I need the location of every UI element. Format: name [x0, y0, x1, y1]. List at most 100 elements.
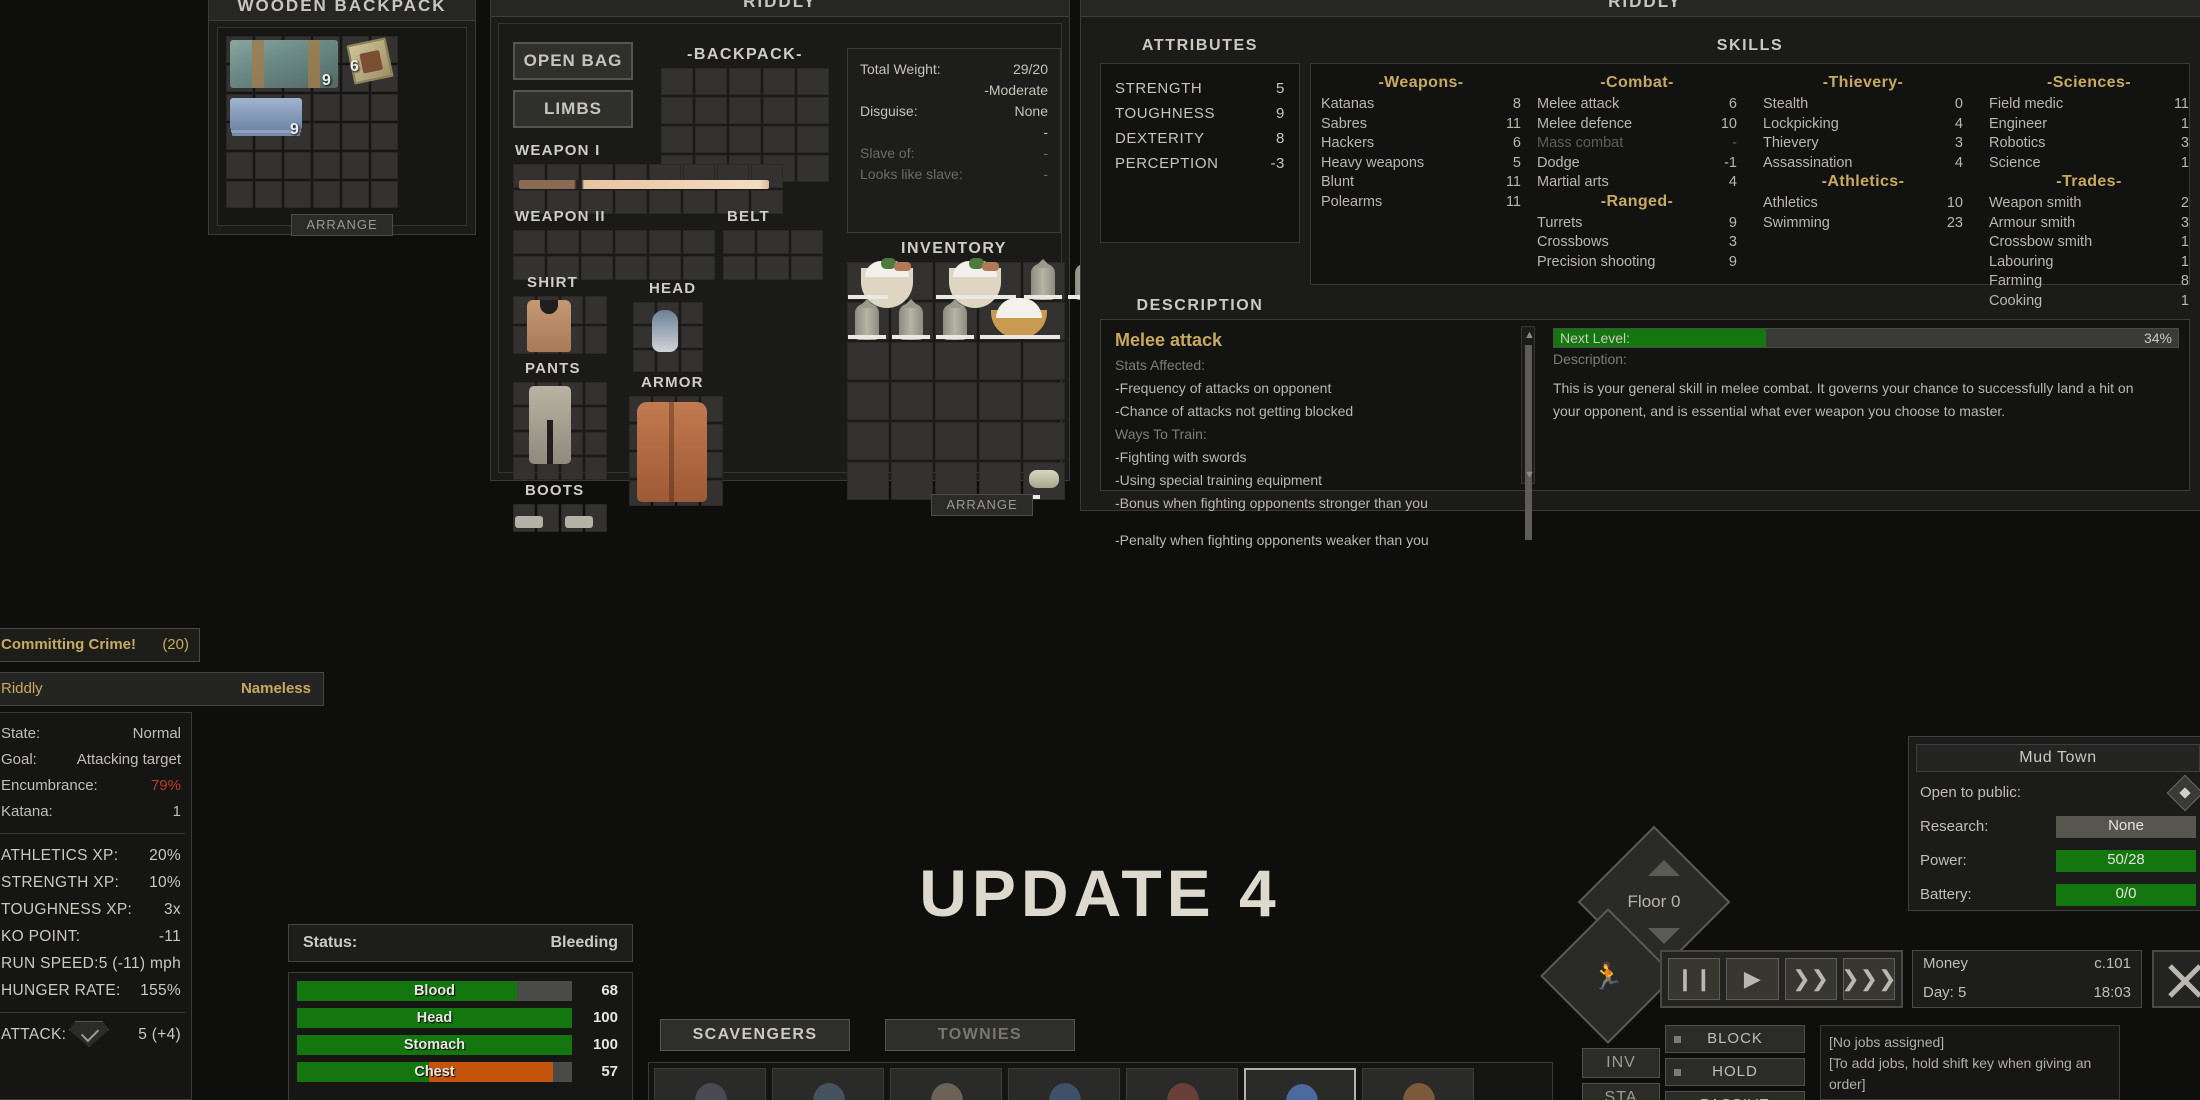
pants-cell[interactable] [585, 432, 607, 455]
squad-portrait[interactable] [772, 1068, 884, 1100]
weapon-cell[interactable] [615, 256, 647, 280]
inventory-cell[interactable] [226, 152, 253, 179]
inventory-cell[interactable] [371, 181, 398, 208]
skill-row[interactable]: Hackers 6 [1321, 134, 1521, 154]
inventory-cell[interactable] [1023, 422, 1065, 460]
weapon-cell[interactable] [547, 230, 579, 254]
inventory-cell[interactable] [847, 462, 889, 500]
tab-scavengers[interactable]: SCAVENGERS [660, 1019, 850, 1051]
inventory-arrange-button[interactable]: ARRANGE [931, 494, 1033, 516]
skill-row[interactable]: Field medic 11 [1989, 95, 2189, 115]
inventory-cell[interactable] [371, 123, 398, 150]
item-pants[interactable] [529, 386, 571, 464]
head-cell[interactable] [681, 302, 703, 324]
head-cell[interactable] [681, 326, 703, 348]
weapon-cell[interactable] [683, 190, 715, 214]
item-boot-left[interactable] [515, 516, 543, 528]
inventory-cell[interactable] [891, 342, 933, 380]
inventory-cell[interactable] [891, 382, 933, 420]
squad-portrait-selected[interactable] [1244, 1068, 1356, 1100]
build-menu-button[interactable] [2152, 950, 2200, 1008]
description-scrollbar[interactable]: ▲ ▼ [1521, 326, 1535, 540]
skill-row[interactable]: Katanas 8 [1321, 95, 1521, 115]
attribute-row[interactable]: TOUGHNESS 9 [1115, 101, 1285, 126]
shirt-cell[interactable] [585, 326, 607, 354]
inventory-cell[interactable] [371, 152, 398, 179]
backpack-cell[interactable] [729, 68, 761, 95]
inventory-cell[interactable] [979, 382, 1021, 420]
inventory-cell[interactable] [979, 342, 1021, 380]
scroll-up-icon[interactable]: ▲ [1524, 329, 1535, 341]
skill-row[interactable]: Thievery 3 [1763, 134, 1963, 154]
inventory-cell[interactable] [226, 181, 253, 208]
item-armor[interactable] [637, 402, 707, 502]
item-ricebowl[interactable] [979, 298, 1063, 340]
health-bar-stomach[interactable]: Stomach [297, 1035, 572, 1055]
weapon-cell[interactable] [581, 256, 613, 280]
play-button[interactable]: ▶ [1726, 958, 1779, 1000]
inventory-cell[interactable] [891, 462, 933, 500]
inventory-grid[interactable] [847, 258, 1106, 500]
belt-cell[interactable] [723, 256, 755, 280]
skill-row[interactable]: Crossbows 3 [1537, 233, 1737, 253]
shirt-cell[interactable] [585, 296, 607, 324]
item-foodcube-1[interactable] [847, 258, 931, 308]
armor-grid[interactable] [629, 396, 723, 506]
item-dustfish-5[interactable] [935, 299, 977, 340]
very-fast-forward-button[interactable]: ❯❯❯ [1841, 958, 1897, 1000]
attribute-row[interactable]: PERCEPTION -3 [1115, 151, 1285, 176]
skill-row[interactable]: Stealth 0 [1763, 95, 1963, 115]
skill-row[interactable]: Weapon smith 2 [1989, 194, 2189, 214]
skill-row[interactable]: Science 1 [1989, 154, 2189, 174]
pants-cell[interactable] [585, 407, 607, 430]
backpack-cell[interactable] [797, 68, 829, 95]
belt-grid[interactable] [723, 230, 823, 280]
skill-row[interactable]: Armour smith 3 [1989, 214, 2189, 234]
health-bar-row[interactable]: Head 100 [297, 1008, 624, 1028]
item-katana[interactable] [519, 180, 769, 189]
skill-row[interactable]: Melee defence 10 [1537, 115, 1737, 135]
skill-row[interactable]: Swimming 23 [1763, 214, 1963, 234]
health-bar-row[interactable]: Stomach 100 [297, 1035, 624, 1055]
squad-portrait[interactable] [890, 1068, 1002, 1100]
skill-row[interactable]: Cooking 1 [1989, 292, 2189, 312]
item-dustfish-3[interactable] [847, 299, 889, 340]
inventory-cell[interactable] [255, 152, 282, 179]
inventory-cell[interactable] [935, 342, 977, 380]
pants-grid[interactable] [513, 382, 607, 480]
inventory-cell[interactable] [342, 94, 369, 121]
weapon-cell[interactable] [581, 230, 613, 254]
weapon1-grid[interactable] [513, 164, 783, 214]
limbs-button[interactable]: LIMBS [513, 90, 633, 128]
item-boot-right[interactable] [565, 516, 593, 528]
belt-cell[interactable] [757, 230, 789, 254]
inventory-cell[interactable] [847, 422, 889, 460]
skill-row[interactable]: Martial arts 4 [1537, 173, 1737, 193]
squad-portrait[interactable] [1126, 1068, 1238, 1100]
belt-cell[interactable] [757, 256, 789, 280]
skill-row[interactable]: Sabres 11 [1321, 115, 1521, 135]
head-cell[interactable] [657, 350, 679, 372]
health-bar-chest[interactable]: Chest [297, 1062, 572, 1082]
inventory-cell[interactable] [255, 181, 282, 208]
item-shirt[interactable] [527, 300, 571, 352]
inventory-cell[interactable] [313, 181, 340, 208]
skill-row[interactable]: Blunt 11 [1321, 173, 1521, 193]
backpack-cell[interactable] [763, 68, 795, 95]
belt-cell[interactable] [791, 256, 823, 280]
backpack-cell[interactable] [661, 126, 693, 153]
skill-row[interactable]: Polearms 11 [1321, 193, 1521, 213]
backpack-cell[interactable] [797, 126, 829, 153]
open-bag-button[interactable]: OPEN BAG [513, 42, 633, 80]
inventory-cell[interactable] [1023, 382, 1065, 420]
attribute-row[interactable]: STRENGTH 5 [1115, 76, 1285, 101]
backpack-cell[interactable] [695, 97, 727, 124]
inventory-cell[interactable] [342, 152, 369, 179]
squad-portrait[interactable] [1008, 1068, 1120, 1100]
health-bar-row[interactable]: Chest 57 [297, 1062, 624, 1082]
character-name-bar[interactable]: Riddly Nameless [0, 672, 324, 706]
attribute-row[interactable]: DEXTERITY 8 [1115, 126, 1285, 151]
squad-portrait[interactable] [1362, 1068, 1474, 1100]
scroll-down-icon[interactable]: ▼ [1524, 469, 1535, 481]
inventory-cell[interactable] [284, 152, 311, 179]
